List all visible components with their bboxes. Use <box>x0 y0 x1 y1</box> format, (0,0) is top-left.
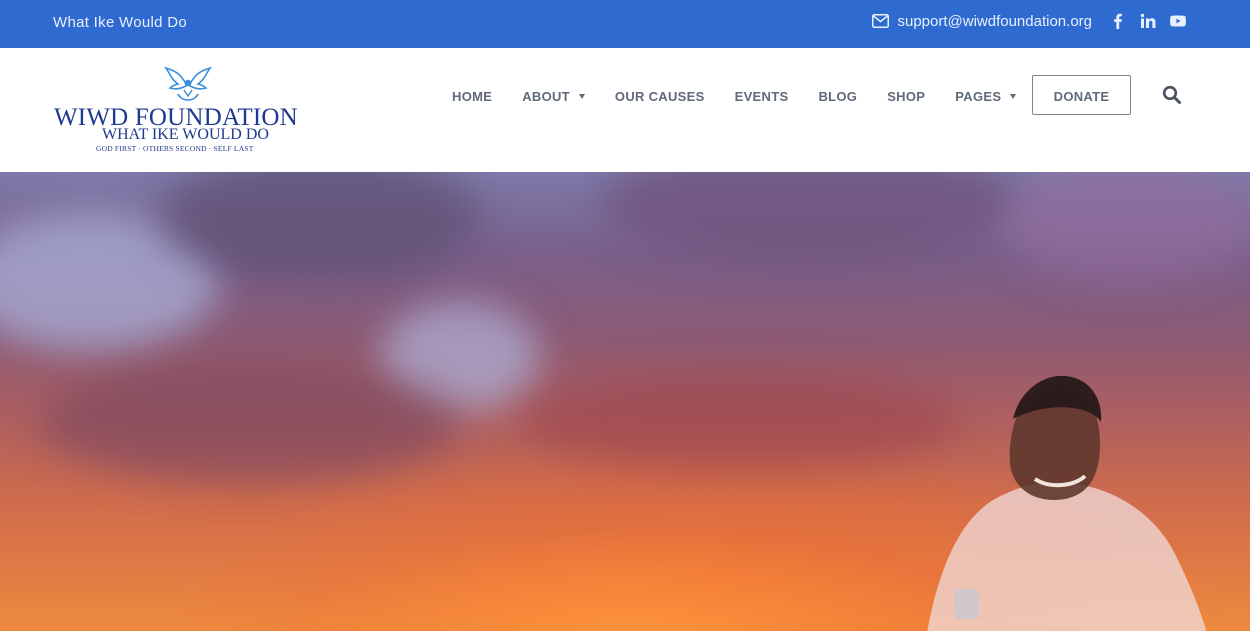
nav-item-label: OUR CAUSES <box>614 88 705 104</box>
nav-item-about[interactable]: ABOUT <box>522 88 585 104</box>
nav-item-label: BLOG <box>818 88 858 104</box>
envelope-icon <box>872 14 890 28</box>
logo-motto: GOD FIRST · OTHERS SECOND · SELF LAST <box>96 144 254 153</box>
portrait-photo <box>927 375 1207 631</box>
site-tagline: What Ike Would Do <box>53 14 188 31</box>
social-links <box>1110 12 1186 30</box>
nav-item-home[interactable]: HOME <box>452 88 492 104</box>
caret-down-icon <box>578 93 585 99</box>
site-logo[interactable]: WIWD FOUNDATION WHAT IKE WOULD DO GOD FI… <box>54 66 322 156</box>
angel-wings-icon <box>164 66 212 101</box>
cloud-shape <box>40 362 460 482</box>
donate-button[interactable]: DONATE <box>1032 75 1131 115</box>
support-email-link[interactable]: support@wiwdfoundation.org <box>872 13 1092 30</box>
nav-item-label: SHOP <box>887 88 926 104</box>
nav-item-label: HOME <box>452 88 493 104</box>
nav-item-events[interactable]: EVENTS <box>735 88 789 104</box>
hero-banner <box>0 172 1250 631</box>
support-email: support@wiwdfoundation.org <box>897 12 1092 30</box>
nav-item-label: ABOUT <box>522 88 570 104</box>
nav-item-pages[interactable]: PAGES <box>955 88 1017 104</box>
top-bar: What Ike Would Do support@wiwdfoundation… <box>0 0 1250 48</box>
cloud-shape <box>600 172 1020 262</box>
nav-item-our-causes[interactable]: OUR CAUSES <box>615 88 705 104</box>
nav-item-label: EVENTS <box>734 88 789 104</box>
facebook-icon[interactable] <box>1110 12 1126 30</box>
cloud-shape <box>1000 172 1250 282</box>
main-nav: HOME ABOUT OUR CAUSES EVENTS BLOG SHOP P… <box>452 88 1046 104</box>
nav-item-shop[interactable]: SHOP <box>887 88 925 104</box>
search-icon[interactable] <box>1162 85 1182 105</box>
top-contact: support@wiwdfoundation.org <box>872 12 1186 30</box>
cloud-shape <box>520 372 960 472</box>
main-header: WIWD FOUNDATION WHAT IKE WOULD DO GOD FI… <box>0 48 1250 172</box>
caret-down-icon <box>1010 93 1017 99</box>
logo-subtitle: WHAT IKE WOULD DO <box>102 126 269 143</box>
nav-item-blog[interactable]: BLOG <box>818 88 857 104</box>
linkedin-icon[interactable] <box>1140 12 1156 30</box>
nav-item-label: PAGES <box>955 88 1002 104</box>
youtube-icon[interactable] <box>1170 12 1186 30</box>
